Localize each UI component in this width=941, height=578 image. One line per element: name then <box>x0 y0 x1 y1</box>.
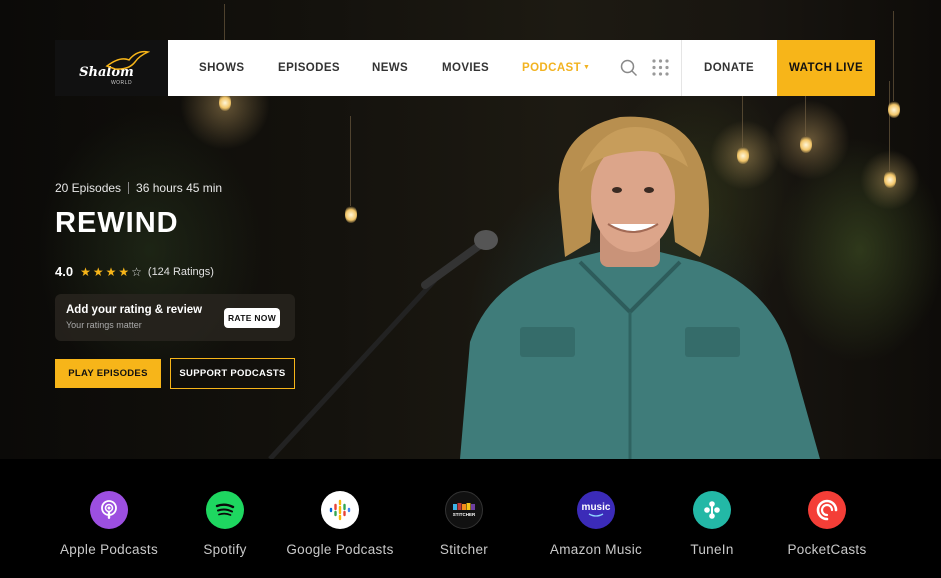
star-rating: ★ ★ ★ ★ ☆ <box>80 265 144 279</box>
bulb-light <box>888 11 900 118</box>
nav-movies[interactable]: MOVIES <box>442 62 489 74</box>
pocketcasts-icon <box>808 491 846 529</box>
watch-live-button[interactable]: WATCH LIVE <box>777 40 875 96</box>
platform-label: TuneIn <box>690 542 734 557</box>
top-navigation: SHOWS EPISODES NEWS MOVIES PODCAST ▼ DONA… <box>168 40 777 96</box>
nav-shows[interactable]: SHOWS <box>199 62 244 74</box>
rating-count: (124 Ratings) <box>147 265 214 278</box>
platform-label: Amazon Music <box>549 542 643 557</box>
amazon-music-icon: music <box>577 491 615 529</box>
platform-amazon-music[interactable]: music Amazon Music <box>531 491 661 557</box>
total-duration: 36 hours 45 min <box>136 181 223 195</box>
bulb-light <box>345 116 357 223</box>
platform-google-podcasts[interactable]: Google Podcasts <box>275 491 405 557</box>
apps-grid-icon[interactable] <box>652 59 669 76</box>
nav-divider <box>681 40 682 96</box>
microphone-stand <box>268 230 498 459</box>
platform-tunein[interactable]: TuneIn <box>647 491 777 557</box>
rate-now-button[interactable]: RATE NOW <box>224 308 280 328</box>
podcast-platforms: Apple Podcasts Spotify Google Podcasts S… <box>0 459 941 578</box>
platform-stitcher[interactable]: STITCHER Stitcher <box>399 491 529 557</box>
platform-apple-podcasts[interactable]: Apple Podcasts <box>44 491 174 557</box>
platform-label: Stitcher <box>439 542 489 557</box>
google-podcasts-icon <box>321 491 359 529</box>
nav-news[interactable]: NEWS <box>372 62 408 74</box>
platform-label: Apple Podcasts <box>59 542 158 557</box>
platform-label: Google Podcasts <box>286 542 394 557</box>
show-meta: 20 Episodes 36 hours 45 min <box>55 181 222 195</box>
bulb-light <box>884 81 896 188</box>
nav-podcast[interactable]: PODCAST ▼ <box>522 62 590 74</box>
chevron-down-icon: ▼ <box>583 64 591 71</box>
nav-episodes[interactable]: EPISODES <box>278 62 340 74</box>
rating-value: 4.0 <box>55 264 74 279</box>
meta-separator <box>128 182 130 194</box>
episode-count: 20 Episodes <box>55 181 122 195</box>
nav-podcast-label: PODCAST <box>522 62 582 74</box>
show-title: REWIND <box>55 207 179 239</box>
dove-logo-icon <box>105 50 150 70</box>
logo-subtext: WORLD <box>110 79 133 86</box>
stitcher-icon: STITCHER <box>445 491 483 529</box>
support-podcasts-button[interactable]: SUPPORT PODCASTS <box>170 358 295 389</box>
star-filled-icon: ★ <box>118 264 130 279</box>
star-filled-icon: ★ <box>92 264 104 279</box>
donate-link[interactable]: DONATE <box>704 62 754 74</box>
tunein-icon <box>693 491 731 529</box>
apple-podcasts-icon <box>90 491 128 529</box>
spotify-icon <box>206 491 244 529</box>
rate-review-card: Add your rating & review Your ratings ma… <box>55 294 295 341</box>
platform-spotify[interactable]: Spotify <box>160 491 290 557</box>
rating-summary: 4.0 ★ ★ ★ ★ ☆ (124 Ratings) <box>55 264 214 279</box>
stitcher-badge-text: STITCHER <box>452 512 476 517</box>
star-filled-icon: ★ <box>105 264 117 279</box>
platform-label: PocketCasts <box>787 542 867 557</box>
platform-pocketcasts[interactable]: PocketCasts <box>762 491 892 557</box>
rate-review-subtitle: Your ratings matter <box>66 320 142 330</box>
play-episodes-button[interactable]: PLAY EPISODES <box>55 359 161 388</box>
platform-label: Spotify <box>203 542 247 557</box>
star-filled-icon: ★ <box>80 264 91 279</box>
brand-logo[interactable]: Shalom WORLD <box>55 40 168 96</box>
amazon-music-badge-text: music <box>581 501 611 513</box>
search-icon[interactable] <box>620 59 638 77</box>
rate-review-title: Add your rating & review <box>66 304 203 316</box>
star-empty-icon: ☆ <box>131 264 142 279</box>
